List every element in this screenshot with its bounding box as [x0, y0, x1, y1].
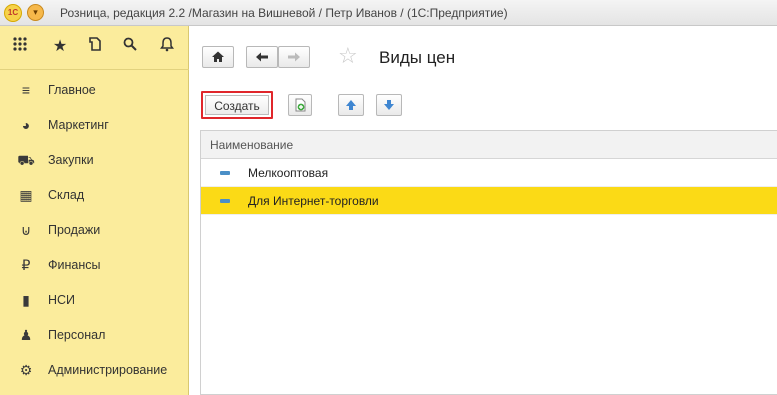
sidebar-item-administration[interactable]: ⚙ Администрирование [0, 352, 189, 387]
create-button-label: Создать [205, 95, 269, 115]
table-row-selected[interactable]: Для Интернет-торговли [201, 187, 777, 215]
sidebar-item-personnel[interactable]: ♟ Персонал [0, 317, 189, 352]
home-button[interactable] [202, 46, 234, 68]
truck-icon: ⛟ [17, 151, 35, 168]
history-icon[interactable] [84, 36, 106, 58]
row-name: Для Интернет-торговли [248, 194, 379, 208]
sidebar-item-marketing[interactable]: ◕ Маркетинг [0, 107, 189, 142]
menu-lines-icon: ≡ [21, 81, 31, 98]
notifications-bell-icon[interactable] [156, 36, 178, 58]
sidebar-item-label: Администрирование [48, 362, 168, 377]
column-header-name: Наименование [210, 138, 294, 152]
move-down-button[interactable] [376, 94, 402, 116]
move-up-button[interactable] [338, 94, 364, 116]
sidebar-nav: ≡ Главное ◕ Маркетинг ⛟ Закупки ▦ Склад … [0, 72, 189, 387]
books-icon: ▮ [22, 291, 30, 308]
app-logo-icon: 1С [4, 4, 22, 22]
basket-icon: ⊍ [20, 221, 32, 238]
warehouse-icon: ▦ [19, 186, 33, 203]
sidebar: ★ ≡ Главное ◕ Маркетинг ⛟ Закупки ▦ Скла… [0, 26, 189, 395]
main-menu-button[interactable]: ▾ [27, 4, 44, 21]
pie-chart-icon: ◕ [21, 116, 31, 133]
copy-button[interactable] [288, 94, 312, 116]
main-content: ☆ Виды цен Создать Наименование Мелкоопт… [190, 26, 777, 395]
gear-icon: ⚙ [19, 361, 33, 378]
search-icon[interactable] [119, 36, 141, 58]
sidebar-item-label: Финансы [48, 257, 101, 272]
sidebar-item-label: НСИ [48, 292, 76, 307]
forward-button[interactable] [278, 46, 310, 68]
person-icon: ♟ [19, 326, 33, 343]
sidebar-item-warehouse[interactable]: ▦ Склад [0, 177, 189, 212]
apps-grid-icon[interactable] [9, 36, 31, 58]
sidebar-item-label: Персонал [48, 327, 106, 342]
window-title: Розница, редакция 2.2 /Магазин на Вишнев… [60, 6, 508, 20]
favorite-star-icon[interactable]: ☆ [338, 43, 358, 69]
sidebar-item-main[interactable]: ≡ Главное [0, 72, 189, 107]
sidebar-item-label: Главное [48, 82, 96, 97]
price-types-table: Наименование Мелкооптовая Для Интернет-т… [200, 130, 777, 395]
row-name: Мелкооптовая [248, 166, 329, 180]
sidebar-toolbar: ★ [0, 26, 189, 70]
item-marker-icon [220, 171, 230, 175]
page-title: Виды цен [379, 48, 456, 67]
favorites-star-icon[interactable]: ★ [49, 36, 71, 58]
sidebar-item-purchases[interactable]: ⛟ Закупки [0, 142, 189, 177]
sidebar-item-label: Маркетинг [48, 117, 109, 132]
ruble-icon: ₽ [21, 256, 31, 273]
title-bar: 1С ▾ Розница, редакция 2.2 /Магазин на В… [0, 0, 777, 26]
sidebar-item-label: Закупки [48, 152, 94, 167]
sidebar-item-nsi[interactable]: ▮ НСИ [0, 282, 189, 317]
sidebar-item-finance[interactable]: ₽ Финансы [0, 247, 189, 282]
sidebar-item-label: Склад [48, 187, 85, 202]
item-marker-icon [220, 199, 230, 203]
sidebar-item-label: Продажи [48, 222, 101, 237]
back-button[interactable] [246, 46, 278, 68]
table-header[interactable]: Наименование [201, 131, 777, 159]
table-row[interactable]: Мелкооптовая [201, 159, 777, 187]
sidebar-item-sales[interactable]: ⊍ Продажи [0, 212, 189, 247]
create-button[interactable]: Создать [201, 91, 273, 119]
